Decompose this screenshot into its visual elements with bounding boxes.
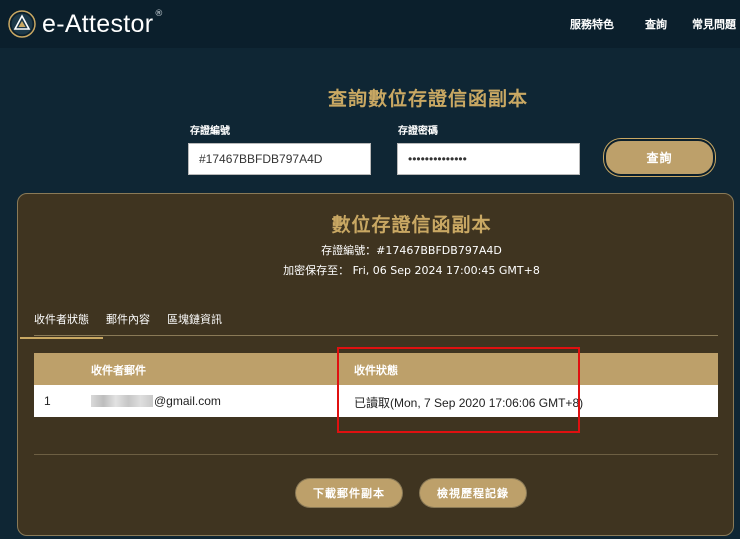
email-domain: @gmail.com — [154, 394, 221, 408]
certificate-password-input[interactable] — [397, 143, 580, 175]
registered-mark: ® — [154, 9, 164, 19]
download-copy-button[interactable]: 下載郵件副本 — [296, 479, 402, 507]
certificate-id-label: 存證編號 — [190, 126, 230, 137]
bottom-divider — [34, 454, 718, 455]
logo[interactable]: e-Attestor ® — [8, 8, 163, 40]
logo-text: e-Attestor — [42, 9, 154, 38]
view-history-button[interactable]: 檢視歷程記錄 — [420, 479, 526, 507]
redacted-blur — [91, 395, 153, 407]
certificate-panel: 數位存證信函副本 存證編號：#17467BBFDB797A4D 加密保存至： F… — [17, 193, 734, 536]
certificate-password-label: 存證密碼 — [398, 126, 438, 137]
certificate-title: 數位存證信函副本 — [331, 214, 492, 236]
page-title: 查詢數位存證信函副本 — [327, 88, 528, 110]
certificate-id-input[interactable] — [188, 143, 371, 175]
nav-faq[interactable]: 常見問題 — [692, 16, 736, 32]
nav-features[interactable]: 服務特色 — [570, 16, 614, 32]
query-button[interactable]: 查詢 — [604, 139, 715, 176]
nav-query[interactable]: 查詢 — [645, 16, 667, 32]
e-attestor-logo-icon — [8, 10, 36, 38]
column-recipient-email: 收件者郵件 — [91, 364, 146, 377]
top-navigation-bar: e-Attestor ® 服務特色 查詢 常見問題 — [0, 0, 740, 48]
highlight-box — [337, 347, 580, 433]
row-number: 1 — [44, 394, 51, 408]
certificate-id-line: 存證編號：#17467BBFDB797A4D — [321, 244, 502, 257]
tab-divider — [34, 335, 718, 336]
certificate-expiry-line: 加密保存至： Fri, 06 Sep 2024 17:00:45 GMT+8 — [283, 264, 540, 277]
recipient-email: @gmail.com — [91, 394, 221, 408]
